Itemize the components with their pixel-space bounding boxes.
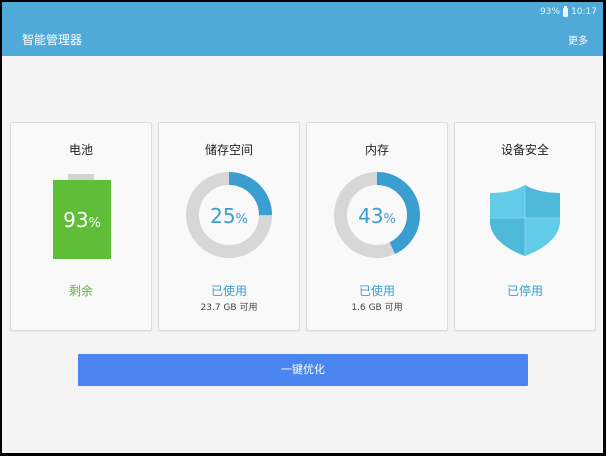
battery-value: 93% [53, 208, 111, 232]
memory-ring: 43% [334, 172, 420, 258]
status-bar: 93% 10:17 [2, 2, 603, 22]
security-card-title: 设备安全 [500, 143, 549, 157]
optimize-button[interactable]: 一键优化 [78, 354, 528, 386]
memory-status: 已使用 [358, 284, 395, 298]
storage-status: 已使用 [210, 284, 247, 298]
memory-value-unit: % [383, 212, 396, 227]
battery-icon [563, 5, 569, 17]
battery-status: 剩余 [68, 284, 93, 298]
memory-value-number: 43 [358, 204, 384, 228]
shield-segment-bottom-left [490, 218, 525, 256]
memory-value: 43% [334, 204, 420, 228]
battery-value-number: 93 [63, 208, 89, 232]
storage-ring: 25% [186, 172, 272, 258]
storage-value-unit: % [235, 212, 248, 227]
battery-level-icon: 93% [53, 174, 111, 259]
app-window: 93% 10:17 智能管理器 更多 电池 93% 剩余 储存空间 25% 已使… [2, 2, 603, 453]
app-bar: 智能管理器 更多 [2, 22, 603, 56]
status-indicators: 93% 10:17 [540, 2, 597, 22]
storage-card[interactable]: 储存空间 25% 已使用 23.7 GB 可用 [158, 122, 300, 331]
security-status: 已停用 [506, 284, 543, 298]
clock: 10:17 [571, 7, 597, 17]
shield-icon [490, 185, 560, 256]
battery-card[interactable]: 电池 93% 剩余 [10, 122, 152, 331]
battery-fill: 93% [53, 180, 111, 259]
battery-percent: 93% [540, 7, 561, 17]
storage-value: 25% [186, 204, 272, 228]
memory-card-title: 内存 [364, 143, 389, 157]
storage-detail: 23.7 GB 可用 [200, 303, 258, 313]
memory-detail: 1.6 GB 可用 [351, 303, 403, 313]
shield-segment-top-right [525, 185, 560, 218]
security-card[interactable]: 设备安全 已停用 [454, 122, 596, 331]
battery-value-unit: % [88, 216, 101, 231]
storage-value-number: 25 [210, 204, 236, 228]
memory-card[interactable]: 内存 43% 已使用 1.6 GB 可用 [306, 122, 448, 331]
page-title: 智能管理器 [22, 33, 83, 47]
storage-card-title: 储存空间 [204, 143, 253, 157]
more-button[interactable]: 更多 [568, 32, 588, 47]
battery-card-title: 电池 [68, 143, 93, 157]
